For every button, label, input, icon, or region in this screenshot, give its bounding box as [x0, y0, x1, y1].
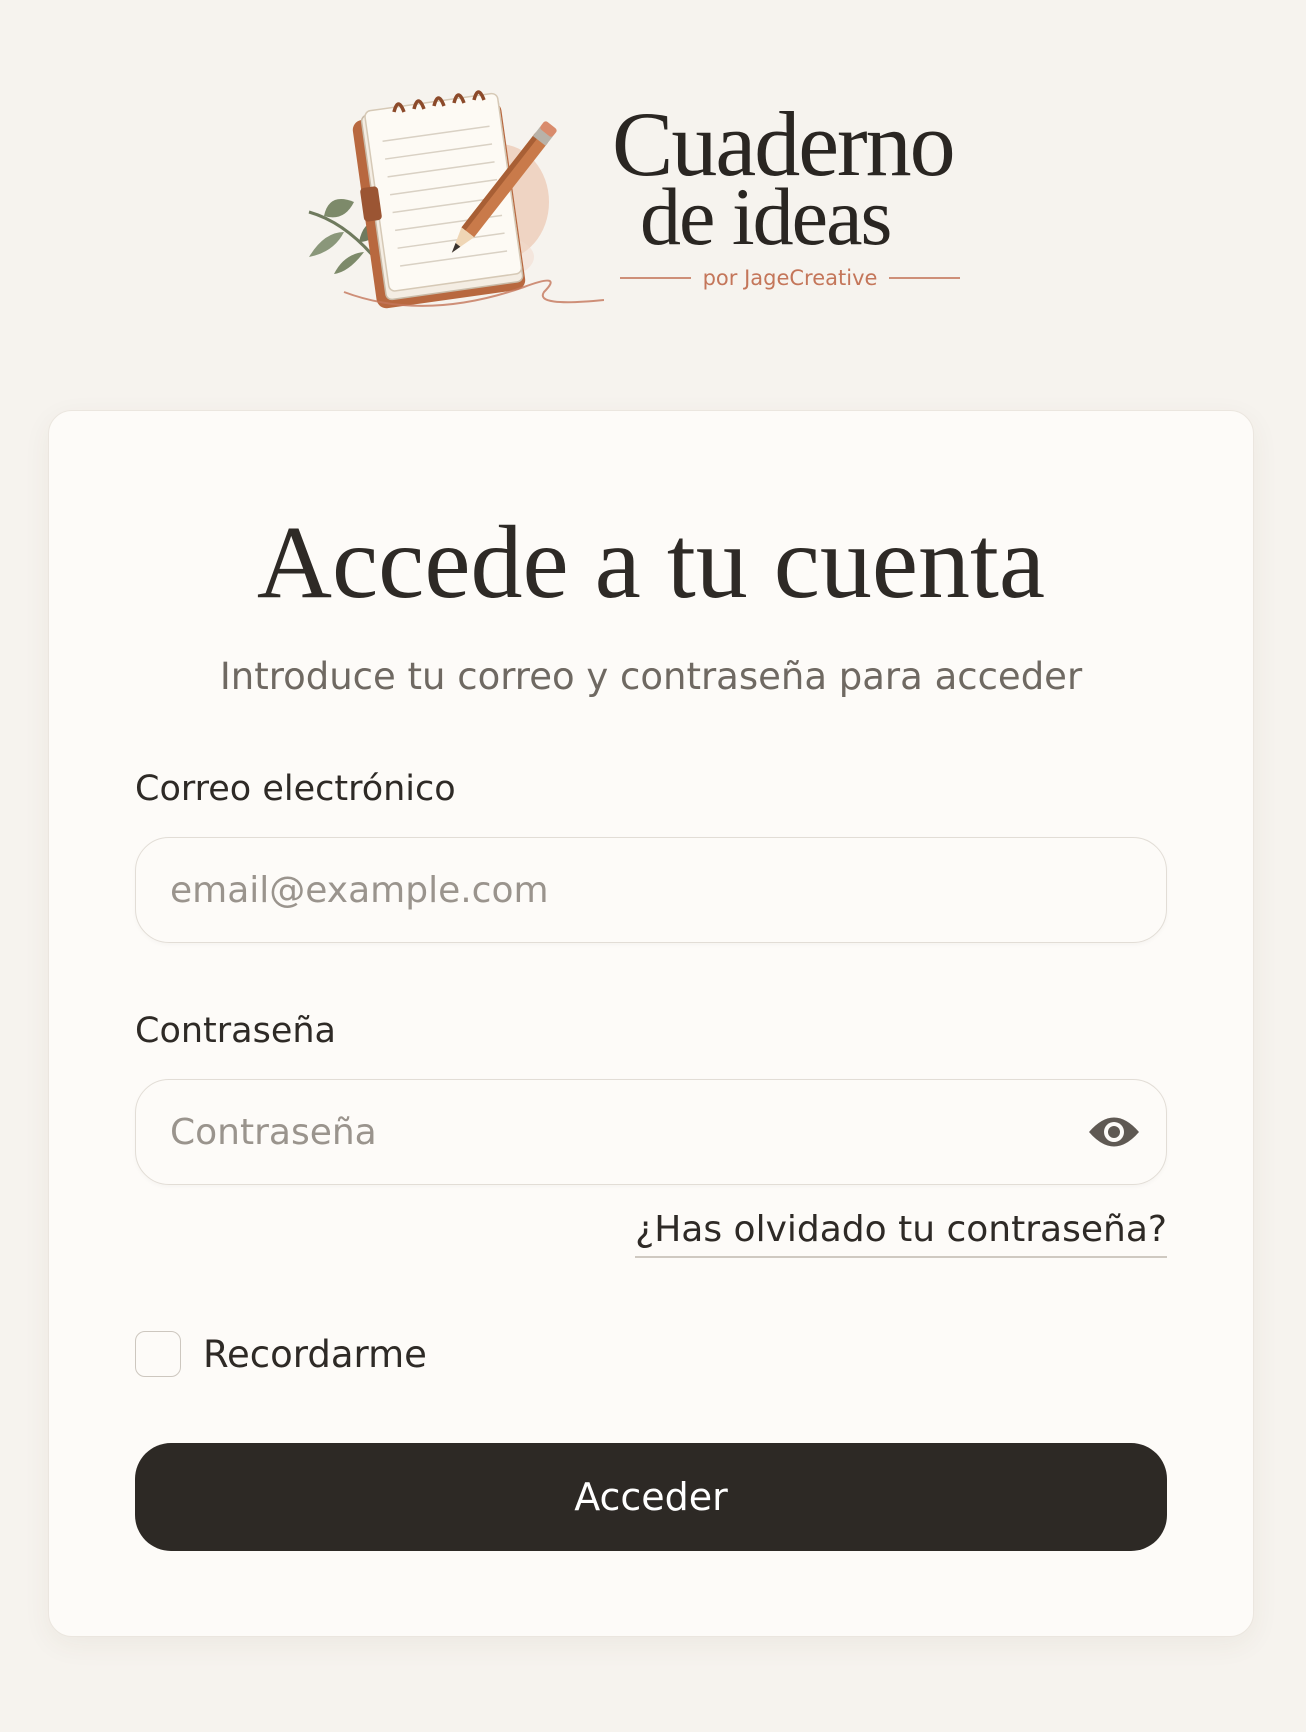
remember-me[interactable]: Recordarme [135, 1331, 427, 1377]
page-subtitle: Introduce tu correo y contraseña para ac… [219, 655, 1083, 698]
email-label: Correo electrónico [135, 769, 456, 809]
brand-byline: por JageCreative [620, 266, 960, 290]
byline-text: por JageCreative [702, 266, 878, 290]
eye-icon[interactable] [1087, 1109, 1141, 1155]
password-field[interactable] [135, 1079, 1167, 1185]
byline-dash-left [620, 277, 691, 279]
brand-name-line2: de ideas [640, 171, 892, 262]
brand-logo: Cuaderno de ideas por JageCreative [304, 82, 984, 312]
byline-dash-right [889, 277, 960, 279]
remember-me-label[interactable]: Recordarme [203, 1333, 427, 1376]
login-card: Accede a tu cuenta Introduce tu correo y… [48, 410, 1254, 1637]
notebook-pencil-icon [308, 90, 604, 309]
forgot-password-link[interactable]: ¿Has olvidado tu contraseña? [635, 1209, 1167, 1258]
remember-me-checkbox[interactable] [135, 1331, 181, 1377]
email-field[interactable] [135, 837, 1167, 943]
password-label: Contraseña [135, 1011, 336, 1051]
page-title: Accede a tu cuenta [256, 505, 1046, 620]
login-button[interactable]: Acceder [135, 1443, 1167, 1551]
